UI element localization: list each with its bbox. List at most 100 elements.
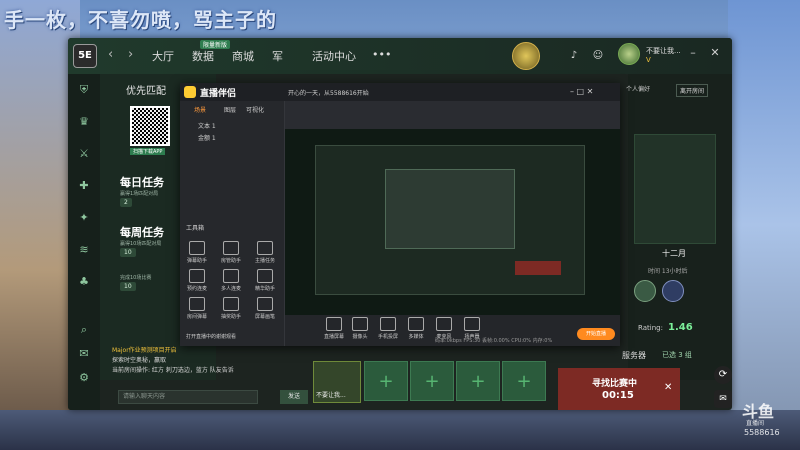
stream-app-title: 直播伴侣 [200,89,237,99]
minimize-icon[interactable]: – [686,46,700,60]
stream-preview [285,129,620,315]
search-icon[interactable]: ⌕ [76,322,92,338]
5e-logo[interactable]: 5E [73,44,97,68]
bar-media[interactable]: 多媒体 [405,317,427,340]
nav-more[interactable]: ••• [372,48,391,61]
tool-label: 预约连麦 [186,286,207,292]
bar-camera[interactable]: 摄像头 [349,317,371,340]
tool-task[interactable]: 主播任务 [254,241,276,264]
leave-room-button[interactable]: 离开房间 [676,84,709,97]
chat-icon[interactable]: ✉ [76,346,92,362]
tool-highlight[interactable]: 精华助手 [254,269,276,292]
personal-pref-button[interactable]: 个人偏好 [626,84,650,93]
nav-new-badge: 限量新版 [200,40,231,49]
map-calendar [634,134,716,244]
send-button[interactable]: 发送 [280,390,308,404]
watermark-sub: 直播间 [746,420,765,427]
tool-icon [257,297,273,311]
source-item[interactable]: 文本 1 [198,121,216,130]
avatar[interactable] [618,43,640,65]
month-label: 十二月 [662,249,686,258]
tool-label: 弹幕助手 [186,258,207,264]
tool-icon [189,269,205,283]
top-nav-bar: 5E ‹ › 大厅 数据 商城 限量新版 军 活动中心 ••• ♪ ☺ 不要让我… [68,38,732,74]
shield-icon[interactable]: ⛨ [76,82,92,98]
tool-danmaku[interactable]: 弹幕助手 [186,241,208,264]
window-controls[interactable]: – □ ✕ [570,87,593,96]
nav-data[interactable]: 数据 [192,48,214,64]
bell-icon[interactable]: ♪ [566,48,582,64]
empty-slot[interactable]: + [502,361,546,401]
tab-visual[interactable]: 可视化 [246,105,264,114]
nav-army[interactable]: 军 [272,48,283,64]
nav-lobby[interactable]: 大厅 [152,48,174,64]
bar-screen[interactable]: 直播屏幕 [323,317,345,340]
tool-multilink[interactable]: 多人连麦 [220,269,242,292]
refresh-icon[interactable]: ⟳ [714,366,732,384]
chat-line-1: Major作业预测项目开启 [112,347,177,354]
tool-lottery[interactable]: 抽奖助手 [220,297,242,320]
empty-slot[interactable]: + [456,361,500,401]
tool-room-danmaku[interactable]: 房间弹幕 [186,297,208,320]
bar-icon [352,317,368,331]
wifi-icon[interactable]: ≋ [76,242,92,258]
nav-store[interactable]: 商城 [232,48,254,64]
weekly-task-sub: 赢得10场匹配对局 [120,241,162,247]
comment-icon[interactable]: ✉ [714,390,732,408]
add-player-icon: + [470,371,486,392]
tab-layer[interactable]: 图层 [224,105,236,114]
source-item[interactable]: 金额 1 [198,133,216,142]
star-icon[interactable]: ✦ [76,210,92,226]
puzzle-icon[interactable]: ✚ [76,178,92,194]
task3-reward: 10 [120,282,136,291]
crown-icon[interactable]: ♛ [76,114,92,130]
bar-icon [464,317,480,331]
start-stream-button[interactable]: 开始直播 [577,328,615,340]
tab-priority-match[interactable]: 优先匹配 [126,82,166,97]
people-icon[interactable]: ☺ [590,48,606,64]
bar-icon [408,317,424,331]
user-name[interactable]: 不要让我... [646,46,681,56]
empty-slot[interactable]: + [410,361,454,401]
background-scenery-bottom [0,410,800,450]
chat-line-2: 探索时空奥秘，赢取 [112,357,167,364]
player-card[interactable]: 不要让我... [313,361,361,403]
tool-admin[interactable]: 房管助手 [220,241,242,264]
back-arrow-icon[interactable]: ‹ [108,47,113,62]
tool-icon [257,241,273,255]
server-select[interactable]: 已选 3 组 [662,350,692,360]
cancel-match-icon[interactable]: ✕ [664,382,672,393]
close-icon[interactable]: ✕ [708,46,722,60]
qr-code [130,106,170,146]
tool-icon [257,269,273,283]
chat-input[interactable]: 请输入聊天内容 [118,390,258,404]
tool-link[interactable]: 预约连麦 [186,269,208,292]
nav-events[interactable]: 活动中心 [312,48,356,64]
bar-icon [380,317,396,331]
team-icon[interactable]: ♣ [76,274,92,290]
empty-slot[interactable]: + [364,361,408,401]
bar-phone[interactable]: 手机投屏 [377,317,399,340]
tool-label: 多人连麦 [220,286,241,292]
stat: 丢帧:0.00% [482,338,510,344]
toolbox-label: 工具箱 [186,225,205,232]
stream-companion-window: 直播伴侣 开心的一天，从5588616开始 – □ ✕ 场景 图层 可视化 文本… [180,83,620,346]
matching-status-box[interactable]: 寻找比赛中 00:15 ✕ [558,368,680,410]
tool-label: 房管助手 [220,258,241,264]
tool-label: 精华助手 [254,286,275,292]
settings-icon[interactable]: ⚙ [76,370,92,386]
swords-icon[interactable]: ⚔ [76,146,92,162]
stream-control-bar: 直播屏幕 摄像头 手机投屏 多媒体 麦克风 扬声器 码率:0kbps FPS:3… [285,315,620,346]
chat-notice: Major作业预测项目开启 探索时空奥秘，赢取 当前房间操作: 红方 刺刀选边，… [112,346,248,388]
forward-arrow-icon[interactable]: › [128,47,133,62]
tool-brush[interactable]: 屏幕画笔 [254,297,276,320]
tab-scene[interactable]: 场景 [194,105,206,114]
stat: CPU:0% [511,338,531,344]
tool-icon [223,241,239,255]
matching-title: 寻找比赛中 [592,379,638,389]
stats-line: 码率:0kbps FPS:30 丢帧:0.00% CPU:0% 内存:0% [435,337,552,344]
room-title[interactable]: 开心的一天，从5588616开始 [288,88,369,97]
bar-label: 手机投屏 [377,334,398,340]
rating-value: 1.46 [668,322,693,333]
rank-emblem-icon[interactable] [512,42,540,70]
